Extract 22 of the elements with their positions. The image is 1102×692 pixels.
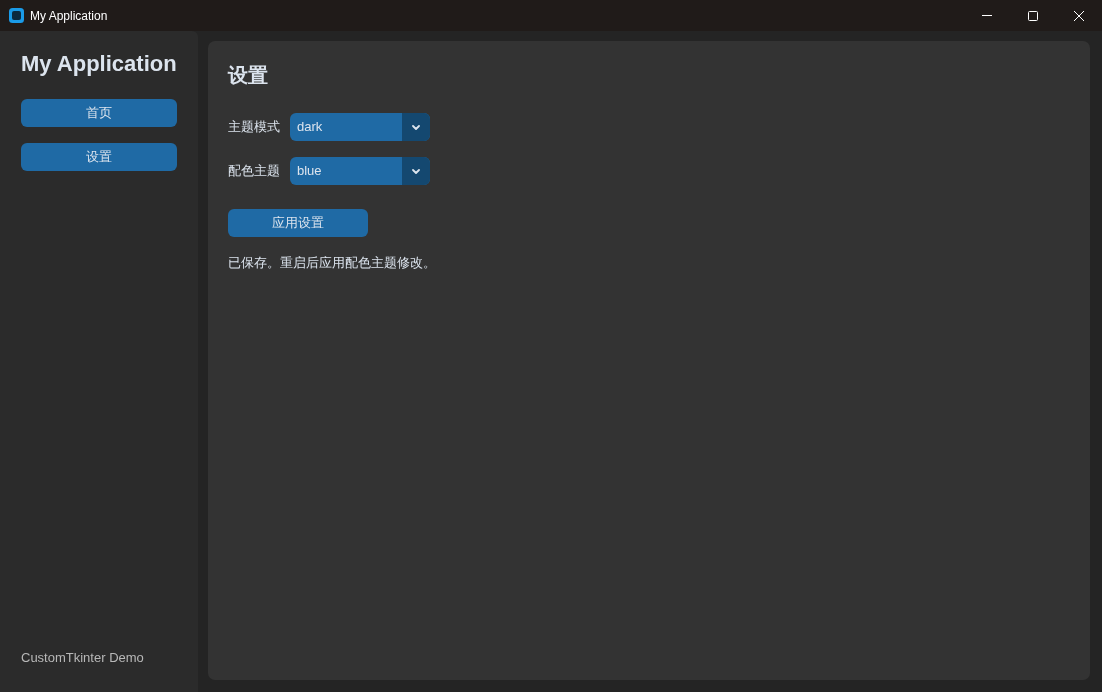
window-title: My Application xyxy=(30,9,108,22)
apply-button[interactable]: 应用设置 xyxy=(228,209,368,237)
dropdown-value: blue xyxy=(296,163,323,179)
dropdown-arrow-button[interactable] xyxy=(402,113,430,141)
status-message: 已保存。重启后应用配色主题修改。 xyxy=(228,255,436,271)
chevron-down-icon xyxy=(412,168,420,174)
field-label: 配色主题 xyxy=(228,163,281,179)
settings-heading: 设置 xyxy=(228,63,268,87)
dropdown[interactable]: dark xyxy=(290,113,430,141)
app-icon xyxy=(9,8,24,23)
dropdown-arrow-button[interactable] xyxy=(402,157,430,185)
field-label: 主题模式 xyxy=(228,119,281,135)
dropdown-value: dark xyxy=(296,119,324,135)
chevron-down-icon xyxy=(412,124,420,130)
close-icon xyxy=(1074,10,1084,21)
dropdown[interactable]: blue xyxy=(290,157,430,185)
maximize-icon xyxy=(1028,10,1038,21)
minimize-icon xyxy=(982,15,992,16)
sidebar-title: My Application xyxy=(21,52,178,76)
nav-button[interactable]: 首页 xyxy=(21,99,177,127)
nav-button[interactable]: 设置 xyxy=(21,143,177,171)
footer-text: CustomTkinter Demo xyxy=(21,650,145,666)
